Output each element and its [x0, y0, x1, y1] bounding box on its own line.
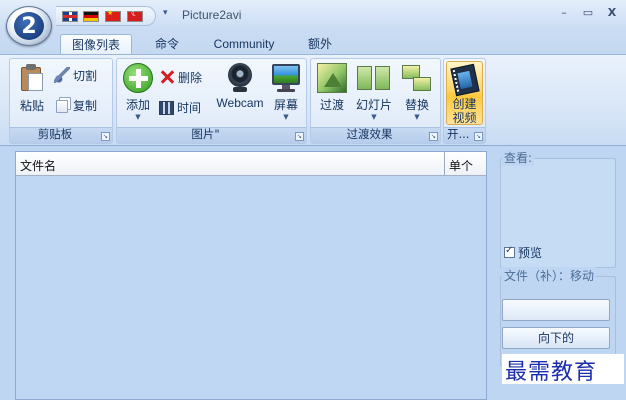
watermark: 最需教育: [502, 354, 624, 385]
time-button[interactable]: 时间: [159, 99, 201, 117]
paste-button[interactable]: 粘贴: [14, 63, 50, 114]
clipboard-launcher-icon[interactable]: ↘: [101, 132, 110, 141]
paste-icon: [19, 63, 45, 93]
create-video-button[interactable]: 创建 视频: [446, 61, 483, 125]
delete-button[interactable]: 删除: [159, 69, 202, 87]
delete-label: 删除: [178, 71, 203, 85]
create-label-line2: 视频: [452, 111, 477, 125]
create-label-line1: 创建: [452, 97, 477, 111]
slideshow-button[interactable]: 幻灯片 ▼: [353, 63, 395, 121]
delete-icon: [159, 69, 175, 85]
copy-button[interactable]: 复制: [54, 97, 97, 115]
de-flag-icon[interactable]: [83, 11, 99, 22]
transitions-group: 过渡 幻灯片 ▼ 替换 ▼ 过渡效果 ↘: [310, 58, 441, 144]
screen-button[interactable]: 屏幕 ▼: [269, 63, 303, 121]
add-dropdown-icon: ▼: [135, 113, 141, 121]
slideshow-icon: [356, 63, 392, 93]
transitions-launcher-icon[interactable]: ↘: [429, 132, 438, 141]
column-header-single[interactable]: 单个: [449, 157, 473, 174]
cut-button[interactable]: 切割: [54, 67, 97, 85]
tab-extra[interactable]: 额外: [300, 34, 340, 54]
app-menu-button[interactable]: 2: [6, 6, 52, 46]
time-label: 时间: [177, 101, 202, 115]
transitions-group-label: 过渡效果: [346, 127, 393, 141]
qat-customize-icon[interactable]: ▾: [163, 8, 168, 18]
ribbon-tab-bar: 图像列表 命令 Community 额外: [0, 30, 626, 54]
tab-image-list[interactable]: 图像列表: [60, 34, 132, 54]
file-move-label: 文件（补）：移动: [502, 267, 597, 284]
replace-label: 替换: [404, 98, 429, 112]
app-logo-icon: 2: [14, 12, 44, 40]
preview-checkbox[interactable]: 预览: [504, 244, 542, 261]
tab-community[interactable]: Community: [206, 34, 282, 54]
film-icon: [449, 63, 480, 97]
tr-flag-icon[interactable]: [127, 9, 143, 22]
replace-dropdown-icon: ▼: [414, 113, 420, 121]
webcam-label: Webcam: [216, 96, 264, 110]
title-bar: 2 ▾ Picture2avi – ▭ X: [0, 0, 626, 46]
pictures-launcher-icon[interactable]: ↘: [295, 132, 304, 141]
window-title: Picture2avi: [182, 8, 242, 22]
uk-flag-icon[interactable]: [62, 11, 78, 22]
transition-icon: [317, 63, 347, 93]
scissors-icon: [54, 67, 70, 83]
copy-label: 复制: [73, 99, 98, 113]
create-group: 创建 视频 开... ↘: [443, 58, 486, 144]
add-label: 添加: [125, 98, 150, 112]
quick-access-toolbar: [56, 6, 156, 26]
slideshow-label: 幻灯片: [355, 98, 392, 112]
add-icon: [123, 63, 153, 93]
create-group-label: 开...: [447, 127, 470, 141]
webcam-button[interactable]: Webcam: [215, 63, 265, 110]
monitor-icon: [271, 63, 301, 93]
minimize-button[interactable]: –: [556, 6, 572, 22]
column-header-filename[interactable]: 文件名: [20, 157, 56, 174]
watermark-text: 最需教育: [505, 360, 598, 385]
pictures-group: 添加 ▼ 删除 时间 Webcam 屏幕 ▼ 图片" ↘: [116, 58, 307, 144]
transition-label: 过渡: [319, 98, 344, 112]
clipboard-group: 粘贴 切割 复制 剪贴板 ↘: [9, 58, 113, 144]
transition-button[interactable]: 过渡: [315, 63, 349, 113]
file-list-header: 文件名 单个: [16, 152, 486, 176]
cn-flag-icon[interactable]: [105, 9, 121, 22]
timeline-icon: [159, 101, 174, 115]
webcam-icon: [225, 63, 255, 93]
clipboard-group-label: 剪贴板: [37, 127, 73, 141]
pictures-group-label: 图片": [191, 127, 220, 141]
create-launcher-icon[interactable]: ↘: [474, 132, 483, 141]
tab-commands[interactable]: 命令: [146, 34, 188, 54]
app-logo-text: 2: [21, 14, 37, 39]
cut-label: 切割: [73, 69, 98, 83]
copy-icon: [56, 100, 68, 113]
ribbon: 粘贴 切割 复制 剪贴板 ↘ 添加 ▼ 删除 时间 Webcam 屏幕 ▼ 图片…: [0, 54, 626, 146]
add-button[interactable]: 添加 ▼: [121, 63, 155, 121]
file-move-box: [500, 276, 616, 366]
replace-icon: [402, 63, 432, 93]
preview-label: 预览: [518, 246, 543, 260]
close-button[interactable]: X: [604, 6, 620, 22]
file-move-input[interactable]: [502, 299, 610, 321]
screen-label: 屏幕: [273, 98, 298, 112]
column-divider[interactable]: [444, 152, 445, 175]
screen-dropdown-icon: ▼: [283, 113, 289, 121]
replace-button[interactable]: 替换 ▼: [399, 63, 435, 121]
checkbox-checked-icon[interactable]: [504, 245, 515, 258]
view-label: 查看:: [502, 149, 535, 166]
move-down-button[interactable]: 向下的: [502, 327, 610, 349]
slideshow-dropdown-icon: ▼: [371, 113, 377, 121]
file-list[interactable]: 文件名 单个: [15, 151, 487, 400]
maximize-button[interactable]: ▭: [580, 6, 596, 22]
paste-label: 粘贴: [19, 99, 44, 113]
